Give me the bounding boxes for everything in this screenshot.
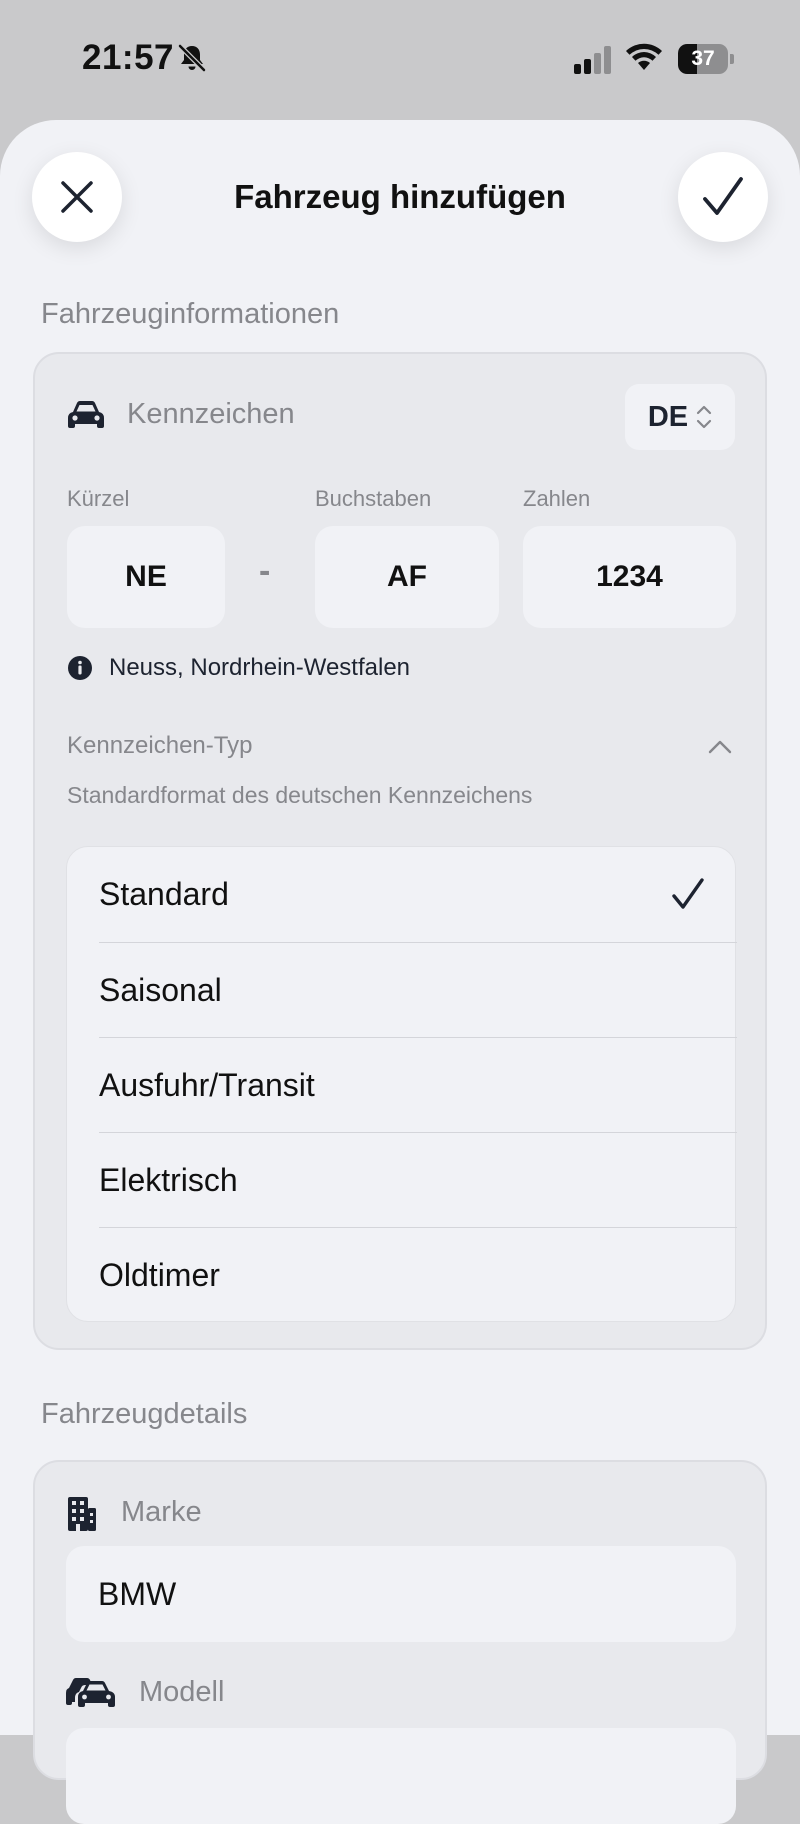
vehicle-details-card: Marke BMW Modell (33, 1460, 767, 1824)
buchstaben-input[interactable]: AF (315, 526, 499, 628)
model-label: Modell (139, 1676, 225, 1708)
battery-indicator: 37 (678, 44, 734, 74)
plate-type-description: Standardformat des deutschen Kennzeichen… (67, 782, 533, 808)
section-title-vehicle-info: Fahrzeuginformationen (41, 298, 340, 330)
model-input[interactable] (66, 1728, 736, 1824)
cars-icon (66, 1678, 115, 1707)
checkmark-icon (672, 878, 704, 909)
battery-percent: 37 (691, 47, 715, 70)
brand-label: Marke (121, 1496, 202, 1528)
bell-slash-icon (178, 44, 206, 72)
vehicle-info-card: Kennzeichen DE Kürzel Buchstaben Zahlen … (33, 352, 767, 1350)
section-title-vehicle-details: Fahrzeugdetails (41, 1398, 248, 1430)
region-info: Neuss, Nordrhein-Westfalen (67, 654, 410, 682)
option-elektrisch[interactable]: Elektrisch (67, 1133, 737, 1228)
add-vehicle-sheet: Fahrzeug hinzufügen Fahrzeuginformatione… (0, 120, 800, 1824)
confirm-button[interactable] (678, 152, 768, 242)
plate-type-options: Standard Saisonal Ausfuhr/Transit Elektr… (66, 846, 737, 1323)
zahlen-input[interactable]: 1234 (523, 526, 736, 628)
option-label: Elektrisch (99, 1162, 238, 1198)
info-icon (68, 656, 92, 680)
chevron-up-down-icon (697, 405, 712, 429)
option-standard[interactable]: Standard (67, 847, 737, 942)
building-icon (68, 1497, 96, 1531)
option-label: Standard (99, 876, 229, 912)
option-ausfuhr-transit[interactable]: Ausfuhr/Transit (67, 1038, 737, 1133)
car-icon (68, 401, 104, 428)
brand-input[interactable]: BMW (66, 1546, 736, 1642)
option-saisonal[interactable]: Saisonal (67, 943, 737, 1038)
wifi-icon (626, 43, 662, 70)
zahlen-label: Zahlen (523, 486, 591, 511)
option-oldtimer[interactable]: Oldtimer (67, 1228, 737, 1323)
checkmark-icon (703, 177, 743, 215)
kuerzel-input[interactable]: NE (67, 526, 225, 628)
buchstaben-label: Buchstaben (315, 486, 432, 511)
plate-label: Kennzeichen (127, 398, 295, 430)
cellular-signal-icon (574, 46, 611, 74)
chevron-up-icon[interactable] (707, 738, 733, 756)
plate-type-label: Kennzeichen-Typ (67, 732, 253, 759)
option-label: Oldtimer (99, 1257, 220, 1293)
plate-separator: - (259, 552, 271, 590)
option-label: Ausfuhr/Transit (99, 1067, 315, 1103)
kuerzel-label: Kürzel (67, 486, 130, 511)
region-info-text: Neuss, Nordrhein-Westfalen (109, 654, 411, 681)
option-label: Saisonal (99, 972, 222, 1008)
status-bar: 21:57 37 (0, 0, 800, 120)
country-selector[interactable]: DE (625, 384, 735, 450)
country-code: DE (647, 400, 689, 433)
status-time: 21:57 (82, 38, 175, 77)
